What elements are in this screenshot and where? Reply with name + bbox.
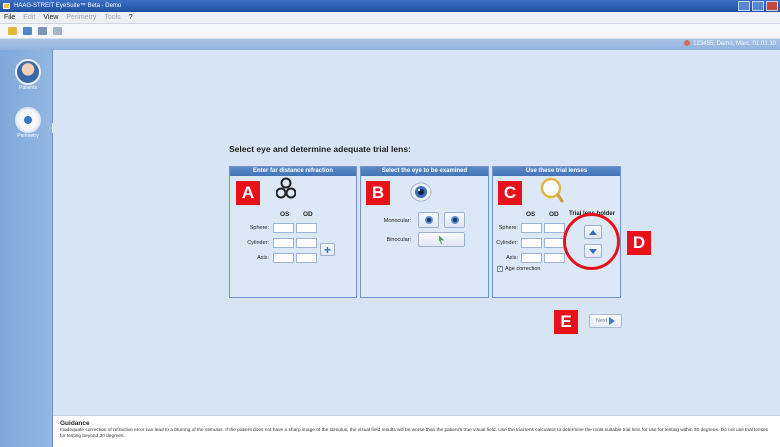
marker-c: C xyxy=(498,181,522,205)
marker-d: D xyxy=(627,231,651,255)
monocular-od-button[interactable] xyxy=(444,212,465,228)
axis-od-field[interactable] xyxy=(296,253,317,263)
plus-icon: + xyxy=(323,242,331,257)
eye-select-panel-title: Select the eye to be examined xyxy=(361,167,488,176)
next-button[interactable]: Next xyxy=(589,314,622,328)
sphere-label: Sphere: xyxy=(249,225,269,231)
patient-info: 123455, Demo, Marc, 01.01.10 xyxy=(684,40,776,49)
trial-cylinder-os-field xyxy=(521,238,542,248)
menu-perimetry[interactable]: Perimetry xyxy=(66,14,96,21)
window-controls xyxy=(738,1,778,11)
sidebar-item-label: Perimetry xyxy=(17,133,39,139)
trial-lens-panel-title: Use these trial lenses xyxy=(493,167,620,176)
eye-od-icon xyxy=(450,216,459,224)
trial-sphere-od-field xyxy=(544,223,565,233)
col-od-label: OD xyxy=(303,211,313,218)
trial-cylinder-od-field xyxy=(544,238,565,248)
menu-view[interactable]: View xyxy=(43,14,58,21)
patient-info-text: 123455, Demo, Marc, 01.01.10 xyxy=(693,41,776,47)
save-icon[interactable] xyxy=(23,27,32,35)
trial-col-od-label: OD xyxy=(549,211,559,218)
guidance-panel: Guidance Inadequate correction of refrac… xyxy=(53,415,780,447)
patient-status-icon xyxy=(684,40,691,46)
glasses-icon xyxy=(276,177,296,199)
eye-os-icon xyxy=(424,216,433,224)
axis-os-field[interactable] xyxy=(273,253,294,263)
arrow-right-icon xyxy=(609,317,616,325)
menu-tools[interactable]: Tools xyxy=(104,14,120,21)
sidebar: Patients Perimetry xyxy=(0,50,53,447)
toolbar xyxy=(0,24,780,39)
maximize-button[interactable] xyxy=(752,1,764,11)
window-title: HAAG-STREIT EyeSuite™ Beta - Demo xyxy=(14,3,122,9)
menu-file[interactable]: File xyxy=(4,14,15,21)
magnifier-icon xyxy=(540,177,564,203)
export-icon[interactable] xyxy=(53,27,62,35)
refraction-panel-title: Enter far distance refraction xyxy=(230,167,356,176)
trial-axis-label: Axis: xyxy=(506,255,518,261)
cylinder-label: Cylinder: xyxy=(247,240,269,246)
window-titlebar: HAAG-STREIT EyeSuite™ Beta - Demo xyxy=(0,0,780,12)
guidance-title: Guidance xyxy=(60,420,90,427)
menu-help[interactable]: ? xyxy=(129,14,133,21)
binocular-icon xyxy=(438,235,445,244)
cylinder-od-field[interactable] xyxy=(296,238,317,248)
minimize-button[interactable] xyxy=(738,1,750,11)
cylinder-os-field[interactable] xyxy=(273,238,294,248)
trial-sphere-os-field xyxy=(521,223,542,233)
trial-sphere-label: Sphere: xyxy=(498,225,518,231)
perimetry-icon xyxy=(15,107,41,133)
trial-cylinder-label: Cylinder: xyxy=(496,240,518,246)
app-icon xyxy=(3,3,10,9)
eye-icon xyxy=(410,182,432,202)
patient-strip xyxy=(0,39,780,50)
new-patient-icon[interactable] xyxy=(8,27,17,35)
axis-label: Axis: xyxy=(257,255,269,261)
sidebar-item-patients[interactable]: Patients xyxy=(10,59,46,99)
close-button[interactable] xyxy=(766,1,778,11)
monocular-os-button[interactable] xyxy=(418,212,439,228)
menu-bar: File Edit View Perimetry Tools ? xyxy=(0,12,780,24)
print-icon[interactable] xyxy=(38,27,47,35)
trial-axis-od-field xyxy=(544,253,565,263)
guidance-text: Inadequate correction of refractive erro… xyxy=(60,428,769,439)
trial-col-os-label: OS xyxy=(526,211,536,218)
sphere-od-field[interactable] xyxy=(296,223,317,233)
page-heading: Select eye and determine adequate trial … xyxy=(229,144,411,154)
next-button-label: Next xyxy=(595,318,608,324)
monocular-label: Monocular: xyxy=(383,218,411,224)
marker-e: E xyxy=(554,310,578,334)
binocular-button[interactable] xyxy=(418,232,465,247)
age-correction-checkbox[interactable]: ✓ xyxy=(497,266,503,272)
menu-edit[interactable]: Edit xyxy=(23,14,35,21)
patient-avatar-icon xyxy=(15,59,41,85)
sphere-os-field[interactable] xyxy=(273,223,294,233)
sidebar-item-label: Patients xyxy=(18,85,38,91)
age-correction-label: Age correction xyxy=(505,266,541,272)
col-os-label: OS xyxy=(280,211,290,218)
calculate-button[interactable]: + xyxy=(320,243,335,256)
highlight-circle xyxy=(563,213,620,270)
marker-b: B xyxy=(366,181,390,205)
sidebar-item-perimetry[interactable]: Perimetry xyxy=(10,107,46,147)
trial-axis-os-field xyxy=(521,253,542,263)
binocular-label: Binocular: xyxy=(386,237,411,243)
marker-a: A xyxy=(236,181,260,205)
